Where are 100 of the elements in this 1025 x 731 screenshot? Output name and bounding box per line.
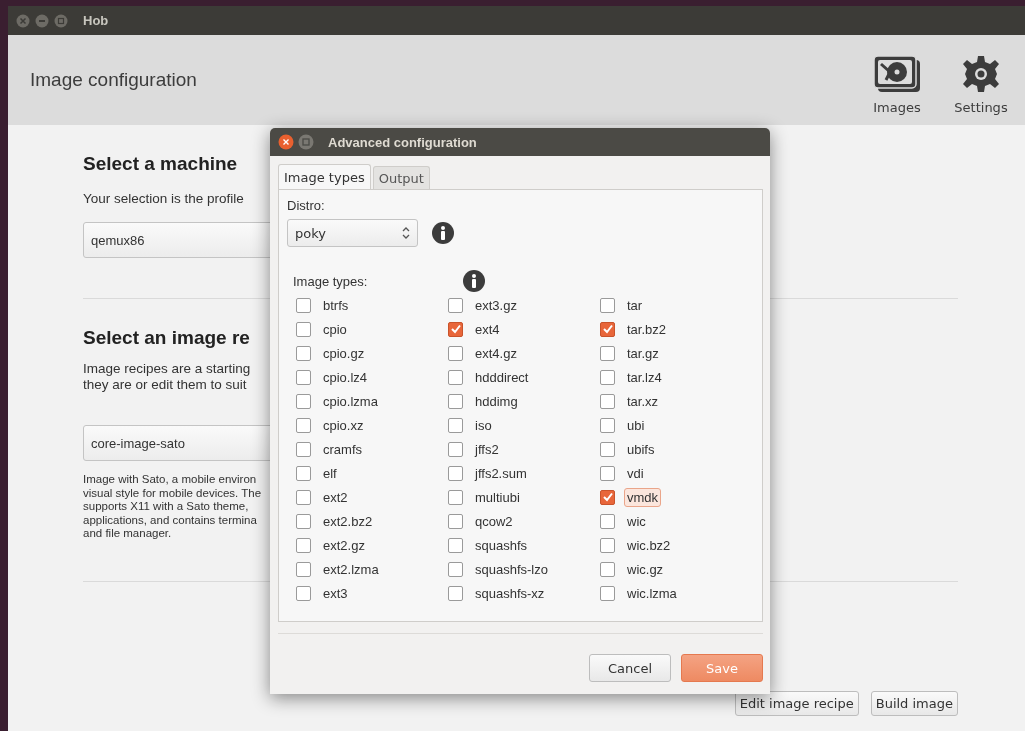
checkbox[interactable] xyxy=(296,441,311,457)
checkbox-label[interactable]: iso xyxy=(472,415,495,435)
checkbox-label[interactable]: jffs2 xyxy=(472,439,502,459)
checkbox[interactable] xyxy=(600,561,615,577)
description-text: Image with Sato, a mobile environ xyxy=(83,473,257,487)
checkbox[interactable] xyxy=(296,369,311,385)
checkbox-label[interactable]: tar xyxy=(624,295,646,315)
checkbox[interactable] xyxy=(600,417,615,433)
section-text: Your selection is the profile xyxy=(83,191,244,206)
tab[interactable]: Output xyxy=(372,166,430,190)
tab[interactable]: Image types xyxy=(278,164,371,190)
checkbox[interactable] xyxy=(296,489,311,505)
checkbox[interactable] xyxy=(448,489,463,505)
checkbox[interactable] xyxy=(600,465,615,481)
maximize-icon[interactable] xyxy=(54,13,68,28)
checkbox-label[interactable]: hddimg xyxy=(472,391,521,411)
checkbox[interactable] xyxy=(296,417,311,433)
action-button[interactable]: Build image xyxy=(870,690,958,716)
checkbox[interactable] xyxy=(296,537,311,553)
checkbox-label[interactable]: qcow2 xyxy=(472,511,516,531)
checkbox-label[interactable]: ext2.lzma xyxy=(320,559,382,579)
window-title: Hob xyxy=(83,13,109,28)
checkbox[interactable] xyxy=(600,369,615,385)
checkbox[interactable] xyxy=(448,297,463,313)
checkbox-label[interactable]: tar.xz xyxy=(624,391,662,411)
checkbox[interactable] xyxy=(600,321,615,337)
checkbox-label[interactable]: wic.bz2 xyxy=(624,535,674,555)
checkbox[interactable] xyxy=(600,489,615,505)
info-icon[interactable] xyxy=(463,270,485,292)
checkbox[interactable] xyxy=(296,297,311,313)
checkbox[interactable] xyxy=(448,345,463,361)
checkbox[interactable] xyxy=(296,345,311,361)
checkbox-label[interactable]: tar.lz4 xyxy=(624,367,665,387)
checkbox-label[interactable]: squashfs xyxy=(472,535,531,555)
checkbox[interactable] xyxy=(296,321,311,337)
checkbox[interactable] xyxy=(600,393,615,409)
checkbox-label[interactable]: ext2.bz2 xyxy=(320,511,376,531)
checkbox[interactable] xyxy=(600,513,615,529)
checkbox-label[interactable]: ext2.gz xyxy=(320,535,368,555)
checkbox[interactable] xyxy=(600,585,615,601)
minimize-icon[interactable] xyxy=(35,13,49,28)
checkbox-label[interactable]: ext4 xyxy=(472,319,503,339)
checkbox[interactable] xyxy=(448,561,463,577)
checkbox[interactable] xyxy=(448,321,463,337)
checkbox[interactable] xyxy=(600,537,615,553)
checkbox-label[interactable]: cpio xyxy=(320,319,350,339)
checkbox[interactable] xyxy=(296,513,311,529)
checkbox-label[interactable]: wic xyxy=(624,511,649,531)
toolbar-button[interactable]: Settings xyxy=(941,53,1021,115)
checkbox-label[interactable]: squashfs-lzo xyxy=(472,559,551,579)
checkbox[interactable] xyxy=(448,537,463,553)
checkbox[interactable] xyxy=(448,513,463,529)
checkbox[interactable] xyxy=(296,561,311,577)
checkbox-label[interactable]: btrfs xyxy=(320,295,352,315)
checkbox[interactable] xyxy=(600,297,615,313)
checkbox-label[interactable]: vdi xyxy=(624,463,647,483)
cancel-button[interactable]: Cancel xyxy=(589,654,671,682)
checkbox-label[interactable]: ubi xyxy=(624,415,648,435)
checkbox-label[interactable]: elf xyxy=(320,463,340,483)
toolbar-button[interactable]: Images xyxy=(857,53,937,115)
checkbox[interactable] xyxy=(296,393,311,409)
description-text: and file manager. xyxy=(83,527,172,541)
page-title: Image configuration xyxy=(30,69,197,91)
checkbox-label[interactable]: ext4.gz xyxy=(472,343,520,363)
checkbox-label[interactable]: ext3.gz xyxy=(472,295,520,315)
spinner-arrows-icon xyxy=(402,227,410,239)
checkbox-label[interactable]: cpio.lzma xyxy=(320,391,381,411)
checkbox[interactable] xyxy=(448,441,463,457)
checkbox-label[interactable]: ext3 xyxy=(320,583,351,603)
checkbox[interactable] xyxy=(448,417,463,433)
distro-combo[interactable]: poky xyxy=(287,219,418,247)
checkbox[interactable] xyxy=(296,585,311,601)
checkbox[interactable] xyxy=(296,465,311,481)
checkbox-label[interactable]: cpio.lz4 xyxy=(320,367,371,387)
checkbox-label[interactable]: ext2 xyxy=(320,487,351,507)
checkbox-label[interactable]: multiubi xyxy=(472,487,523,507)
checkbox-label[interactable]: wic.gz xyxy=(624,559,667,579)
close-icon[interactable] xyxy=(278,134,294,150)
checkbox-label[interactable]: jffs2.sum xyxy=(472,463,530,483)
checkbox-label[interactable]: hdddirect xyxy=(472,367,532,387)
checkbox-label[interactable]: squashfs-xz xyxy=(472,583,548,603)
checkbox[interactable] xyxy=(448,465,463,481)
section-text: Image recipes are a starting xyxy=(83,361,251,377)
checkbox-label[interactable]: wic.lzma xyxy=(624,583,680,603)
info-icon[interactable] xyxy=(432,222,454,244)
action-button[interactable]: Edit image recipe xyxy=(734,690,859,716)
checkbox[interactable] xyxy=(448,585,463,601)
dialog-title: Advanced configuration xyxy=(328,134,477,150)
checkbox-label[interactable]: vmdk xyxy=(624,487,662,507)
checkbox-label[interactable]: ubifs xyxy=(624,439,658,459)
checkbox[interactable] xyxy=(448,393,463,409)
section-text: they are or edit them to suit xyxy=(83,377,247,393)
section-heading: Select an image re xyxy=(83,327,250,349)
checkbox[interactable] xyxy=(600,345,615,361)
checkbox-label[interactable]: tar.bz2 xyxy=(624,319,670,339)
checkbox-label[interactable]: cpio.gz xyxy=(320,343,368,363)
checkbox[interactable] xyxy=(448,369,463,385)
description-text: supports X11 with a Sato theme, xyxy=(83,500,249,514)
checkbox-label[interactable]: tar.gz xyxy=(624,343,662,363)
checkbox[interactable] xyxy=(600,441,615,457)
